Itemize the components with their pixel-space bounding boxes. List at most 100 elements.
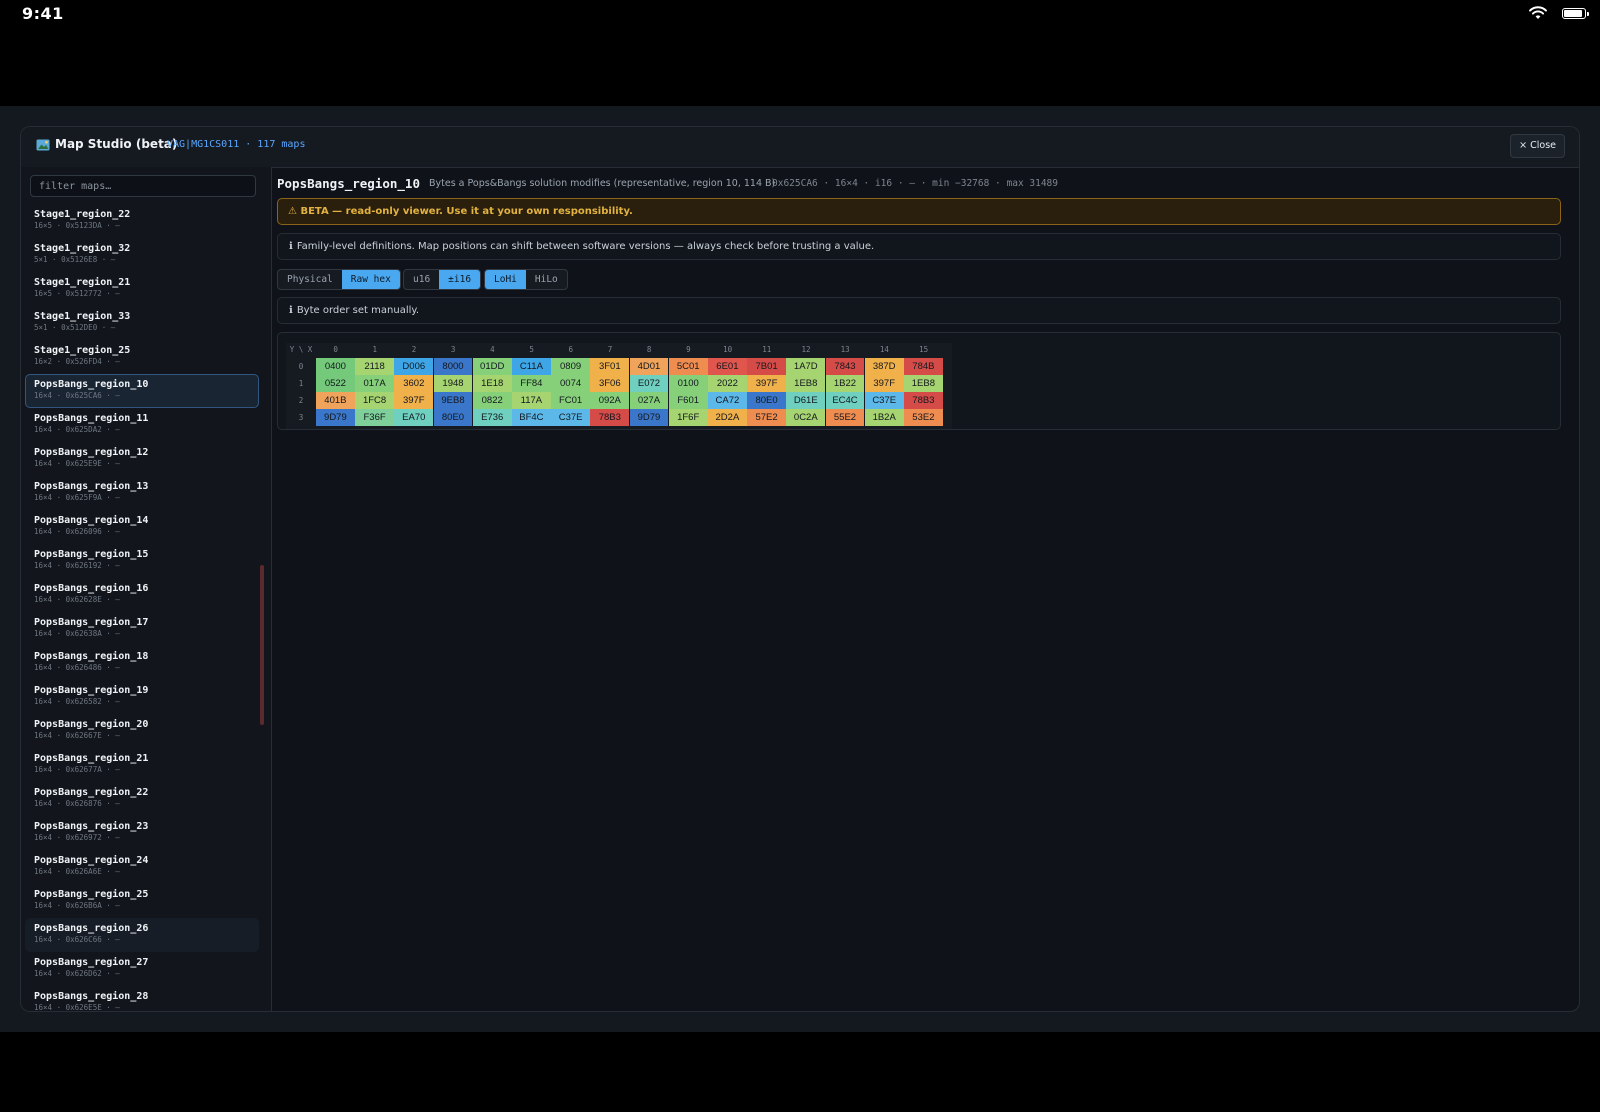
grid-cell[interactable]: 3F06 bbox=[590, 375, 630, 392]
info-icon: ℹ bbox=[289, 305, 293, 316]
grid-cell[interactable]: 80E0 bbox=[433, 409, 473, 426]
map-list-item[interactable]: PopsBangs_region_26 16×4 · 0x626C66 · — bbox=[25, 918, 259, 952]
map-list-item[interactable]: PopsBangs_region_16 16×4 · 0x62628E · — bbox=[25, 578, 259, 612]
map-list-item[interactable]: Stage1_region_22 16×5 · 0x5123DA · — bbox=[25, 204, 259, 238]
grid-column-header: 3 bbox=[450, 345, 456, 354]
grid-cell[interactable]: 4D01 bbox=[629, 358, 669, 375]
grid-cell[interactable]: 0074 bbox=[551, 375, 590, 392]
map-list-item[interactable]: PopsBangs_region_10 16×4 · 0x625CA6 · — bbox=[25, 374, 259, 408]
grid-cell[interactable]: FC01 bbox=[551, 392, 590, 409]
grid-cell[interactable]: 0100 bbox=[668, 375, 708, 392]
map-list-item[interactable]: PopsBangs_region_12 16×4 · 0x625E9E · — bbox=[25, 442, 259, 476]
grid-cell[interactable]: 1EB8 bbox=[786, 375, 826, 392]
grid-cell[interactable]: 0400 bbox=[316, 358, 355, 375]
map-list-item[interactable]: PopsBangs_region_28 16×4 · 0x626E5E · — bbox=[25, 986, 259, 1011]
map-list-item[interactable]: PopsBangs_region_15 16×4 · 0x626192 · — bbox=[25, 544, 259, 578]
map-list-item[interactable]: PopsBangs_region_22 16×4 · 0x626876 · — bbox=[25, 782, 259, 816]
mode-physical-button[interactable]: Physical bbox=[278, 270, 342, 289]
map-list-item[interactable]: PopsBangs_region_24 16×4 · 0x626A6E · — bbox=[25, 850, 259, 884]
grid-cell[interactable]: 2022 bbox=[708, 375, 747, 392]
grid-cell[interactable]: E736 bbox=[472, 409, 512, 426]
grid-cell[interactable]: 2D2A bbox=[708, 409, 747, 426]
grid-cell[interactable]: 092A bbox=[590, 392, 630, 409]
map-list-item-meta: 16×4 · 0x626876 · — bbox=[34, 799, 120, 808]
grid-cell[interactable]: EC4C bbox=[825, 392, 865, 409]
grid-cell[interactable]: C37E bbox=[551, 409, 590, 426]
map-list-item[interactable]: PopsBangs_region_23 16×4 · 0x626972 · — bbox=[25, 816, 259, 850]
map-list-item[interactable]: PopsBangs_region_14 16×4 · 0x626096 · — bbox=[25, 510, 259, 544]
grid-cell[interactable]: 1948 bbox=[433, 375, 473, 392]
mode-raw-hex-button[interactable]: Raw hex bbox=[341, 270, 400, 289]
grid-cell[interactable]: 027A bbox=[629, 392, 669, 409]
grid-cell[interactable]: 9EB8 bbox=[433, 392, 473, 409]
grid-cell[interactable]: D61E bbox=[786, 392, 826, 409]
grid-cell[interactable]: D006 bbox=[394, 358, 434, 375]
grid-cell[interactable]: 80E0 bbox=[747, 392, 786, 409]
grid-cell[interactable]: 397F bbox=[747, 375, 786, 392]
grid-cell[interactable]: 7B01 bbox=[747, 358, 786, 375]
grid-cell[interactable]: 1FC8 bbox=[355, 392, 394, 409]
grid-cell[interactable]: 5C01 bbox=[668, 358, 708, 375]
grid-cell[interactable]: 6E01 bbox=[708, 358, 747, 375]
grid-cell[interactable]: 0822 bbox=[472, 392, 512, 409]
grid-cell[interactable]: 1F6F bbox=[668, 409, 708, 426]
grid-cell[interactable]: 1B22 bbox=[825, 375, 865, 392]
grid-cell[interactable]: 784B bbox=[904, 358, 943, 375]
grid-cell[interactable]: 1A7D bbox=[786, 358, 826, 375]
type-i16-button[interactable]: ±i16 bbox=[439, 270, 481, 289]
grid-cell[interactable]: 01DD bbox=[472, 358, 512, 375]
filter-input[interactable] bbox=[30, 175, 256, 197]
grid-cell[interactable]: 401B bbox=[316, 392, 355, 409]
grid-cell[interactable]: 1B2A bbox=[864, 409, 904, 426]
grid-cell[interactable]: 53E2 bbox=[904, 409, 943, 426]
grid-cell[interactable]: 55E2 bbox=[825, 409, 865, 426]
map-list-item[interactable]: Stage1_region_32 5×1 · 0x5126E8 · — bbox=[25, 238, 259, 272]
map-list-item[interactable]: PopsBangs_region_27 16×4 · 0x626D62 · — bbox=[25, 952, 259, 986]
map-list-item[interactable]: PopsBangs_region_21 16×4 · 0x62677A · — bbox=[25, 748, 259, 782]
close-button[interactable]: × Close bbox=[1510, 134, 1565, 158]
grid-cell[interactable]: 3602 bbox=[394, 375, 434, 392]
map-list-item[interactable]: Stage1_region_33 5×1 · 0x512DE0 · — bbox=[25, 306, 259, 340]
grid-cell[interactable]: 2118 bbox=[355, 358, 394, 375]
map-list-item[interactable]: PopsBangs_region_17 16×4 · 0x62638A · — bbox=[25, 612, 259, 646]
grid-cell[interactable]: F601 bbox=[668, 392, 708, 409]
grid-cell[interactable]: EA70 bbox=[394, 409, 434, 426]
grid-cell[interactable]: 8000 bbox=[433, 358, 473, 375]
type-u16-button[interactable]: u16 bbox=[404, 270, 439, 289]
grid-cell[interactable]: 0809 bbox=[551, 358, 590, 375]
map-list-item[interactable]: PopsBangs_region_25 16×4 · 0x626B6A · — bbox=[25, 884, 259, 918]
grid-cell[interactable]: C37E bbox=[864, 392, 904, 409]
grid-cell[interactable]: 0522 bbox=[316, 375, 355, 392]
order-hilo-button[interactable]: HiLo bbox=[526, 270, 567, 289]
grid-cell[interactable]: 117A bbox=[512, 392, 551, 409]
map-list-item[interactable]: Stage1_region_21 16×5 · 0x512772 · — bbox=[25, 272, 259, 306]
sidebar-scrollbar[interactable] bbox=[260, 565, 264, 725]
grid-cell[interactable]: 1EB8 bbox=[904, 375, 943, 392]
grid-cell[interactable]: 017A bbox=[355, 375, 394, 392]
grid-cell[interactable]: FF84 bbox=[512, 375, 551, 392]
grid-cell[interactable]: F36F bbox=[355, 409, 394, 426]
grid-cell[interactable]: 0C2A bbox=[786, 409, 826, 426]
order-lohi-button[interactable]: LoHi bbox=[485, 270, 526, 289]
grid-cell[interactable]: C11A bbox=[512, 358, 551, 375]
grid-cell[interactable]: 7843 bbox=[825, 358, 865, 375]
grid-cell[interactable]: 387D bbox=[864, 358, 904, 375]
grid-cell[interactable]: 9D79 bbox=[629, 409, 669, 426]
grid-cell[interactable]: 3F01 bbox=[590, 358, 630, 375]
map-list-item[interactable]: PopsBangs_region_18 16×4 · 0x626486 · — bbox=[25, 646, 259, 680]
map-list-item[interactable]: PopsBangs_region_19 16×4 · 0x626582 · — bbox=[25, 680, 259, 714]
map-list-item[interactable]: Stage1_region_25 16×2 · 0x526FD4 · — bbox=[25, 340, 259, 374]
grid-cell[interactable]: 397F bbox=[394, 392, 434, 409]
grid-cell[interactable]: 1E18 bbox=[472, 375, 512, 392]
grid-cell[interactable]: E072 bbox=[629, 375, 669, 392]
grid-cell[interactable]: 78B3 bbox=[590, 409, 630, 426]
grid-cell[interactable]: 57E2 bbox=[747, 409, 786, 426]
grid-cell[interactable]: 397F bbox=[864, 375, 904, 392]
map-list-item[interactable]: PopsBangs_region_20 16×4 · 0x62667E · — bbox=[25, 714, 259, 748]
map-list-item[interactable]: PopsBangs_region_11 16×4 · 0x625DA2 · — bbox=[25, 408, 259, 442]
grid-cell[interactable]: CA72 bbox=[708, 392, 747, 409]
grid-cell[interactable]: BF4C bbox=[512, 409, 551, 426]
grid-cell[interactable]: 9D79 bbox=[316, 409, 355, 426]
grid-cell[interactable]: 78B3 bbox=[904, 392, 943, 409]
map-list-item[interactable]: PopsBangs_region_13 16×4 · 0x625F9A · — bbox=[25, 476, 259, 510]
